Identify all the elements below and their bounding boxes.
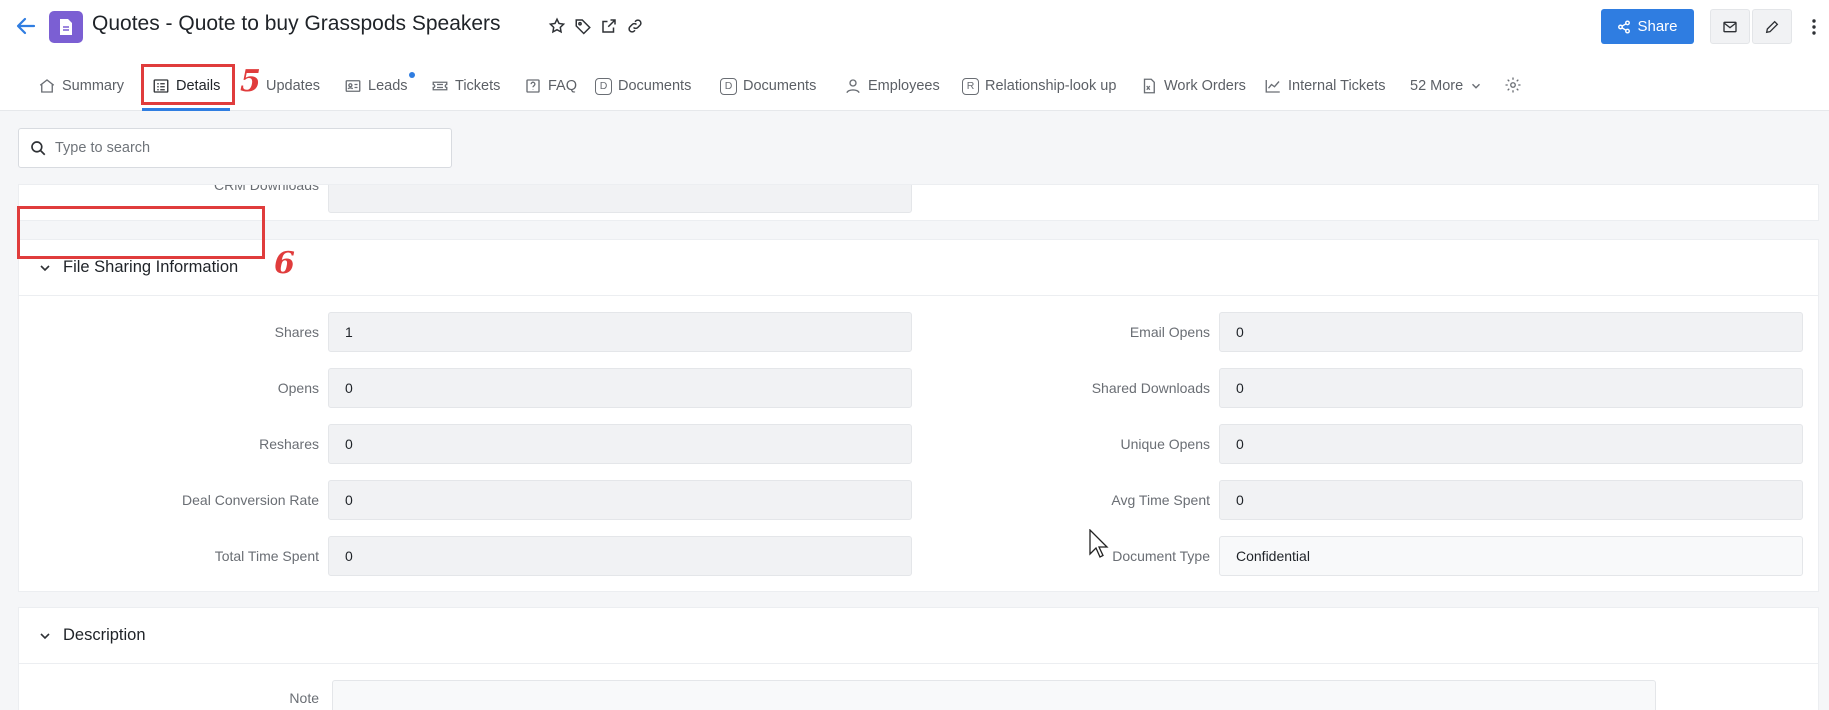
field-label-shares: Shares	[274, 324, 319, 340]
annotation-number-5: 5	[240, 64, 261, 99]
letter-r-icon: R	[962, 77, 979, 95]
link-icon[interactable]	[626, 17, 644, 35]
field-label-unique-opens: Unique Opens	[1120, 436, 1210, 452]
settings-gear-icon[interactable]	[1504, 76, 1522, 94]
header: Quotes - Quote to buy Grasspods Speakers…	[0, 0, 1829, 52]
pencil-icon	[1765, 20, 1779, 33]
title-actions	[548, 17, 644, 35]
partial-section-card: CRM Downloads	[18, 184, 1819, 221]
search-icon	[31, 141, 46, 156]
tab-internal-tickets[interactable]: Internal Tickets	[1264, 74, 1386, 98]
email-button[interactable]	[1710, 9, 1750, 44]
description-section: Description Note	[18, 607, 1819, 710]
tab-more[interactable]: 52 More	[1410, 74, 1483, 98]
notification-dot	[409, 72, 415, 78]
file-sharing-section: File Sharing Information Shares 1 Opens …	[18, 239, 1819, 592]
field-email-opens: 0	[1219, 312, 1803, 352]
field-label-reshares: Reshares	[259, 436, 319, 452]
tab-faq[interactable]: FAQ	[524, 74, 577, 98]
person-icon	[846, 79, 860, 94]
field-label-note: Note	[289, 690, 319, 706]
active-tab-underline	[142, 108, 230, 111]
field-unique-opens: 0	[1219, 424, 1803, 464]
mail-icon	[1723, 21, 1737, 32]
section-title: Description	[63, 626, 146, 644]
field-label-avg-time-spent: Avg Time Spent	[1111, 492, 1210, 508]
tab-summary[interactable]: Summary	[38, 74, 124, 98]
edit-button[interactable]	[1752, 9, 1792, 44]
tab-documents-1[interactable]: D Documents	[595, 74, 691, 98]
more-options-button[interactable]	[1804, 9, 1824, 44]
field-reshares: 0	[328, 424, 912, 464]
kebab-icon	[1812, 18, 1816, 35]
id-card-icon	[345, 80, 361, 92]
spreadsheet-icon	[1143, 78, 1155, 94]
field-label-deal-conversion-rate: Deal Conversion Rate	[182, 492, 319, 508]
field-label-crm-downloads: CRM Downloads	[213, 184, 319, 193]
share-button[interactable]: Share	[1601, 9, 1694, 44]
field-opens: 0	[328, 368, 912, 408]
field-shares: 1	[328, 312, 912, 352]
description-header[interactable]: Description	[19, 608, 1818, 664]
letter-d-icon: D	[720, 77, 737, 95]
field-label-opens: Opens	[277, 380, 319, 396]
mouse-cursor-icon	[1089, 529, 1109, 558]
annotation-box-details	[141, 64, 235, 105]
tab-work-orders[interactable]: Work Orders	[1140, 74, 1246, 98]
document-icon	[49, 11, 83, 43]
question-box-icon	[526, 79, 540, 93]
chevron-down-icon	[1472, 83, 1481, 89]
search-input[interactable]	[55, 140, 435, 156]
chevron-down-icon	[40, 632, 50, 639]
tab-leads[interactable]: Leads	[344, 74, 408, 98]
share-icon	[1618, 19, 1631, 34]
tab-updates[interactable]: Updates	[266, 74, 320, 98]
annotation-number-6: 6	[274, 246, 295, 281]
home-icon	[39, 79, 55, 93]
star-icon[interactable]	[548, 17, 566, 35]
ticket-icon	[432, 81, 448, 91]
field-avg-time-spent: 0	[1219, 480, 1803, 520]
field-label-email-opens: Email Opens	[1129, 324, 1210, 340]
letter-d-icon: D	[595, 77, 612, 95]
tab-tickets[interactable]: Tickets	[431, 74, 500, 98]
arrow-left-icon[interactable]	[14, 14, 38, 38]
field-shared-downloads: 0	[1219, 368, 1803, 408]
field-deal-conversion-rate: 0	[328, 480, 912, 520]
field-label-shared-downloads: Shared Downloads	[1091, 380, 1210, 396]
search-box[interactable]	[18, 128, 452, 168]
page-title: Quotes - Quote to buy Grasspods Speakers	[92, 12, 501, 35]
chart-icon	[1265, 80, 1280, 93]
field-total-time-spent: 0	[328, 536, 912, 576]
field-crm-downloads	[328, 185, 912, 213]
tab-documents-2[interactable]: D Documents	[720, 74, 816, 98]
chevron-down-icon	[40, 264, 50, 271]
external-edit-icon[interactable]	[600, 17, 618, 35]
tab-relationship-look-up[interactable]: R Relationship-look up	[962, 74, 1116, 98]
field-document-type: Confidential	[1219, 536, 1803, 576]
section-title: File Sharing Information	[63, 258, 239, 276]
share-label: Share	[1637, 18, 1678, 35]
field-label-total-time-spent: Total Time Spent	[214, 548, 319, 564]
tab-employees[interactable]: Employees	[844, 74, 940, 98]
field-note	[332, 680, 1656, 710]
tag-icon[interactable]	[574, 17, 592, 35]
field-label-document-type: Document Type	[1112, 548, 1210, 564]
annotation-box-section	[17, 206, 265, 259]
tab-bar: Summary Details Updates Leads Tickets FA…	[0, 52, 1829, 111]
